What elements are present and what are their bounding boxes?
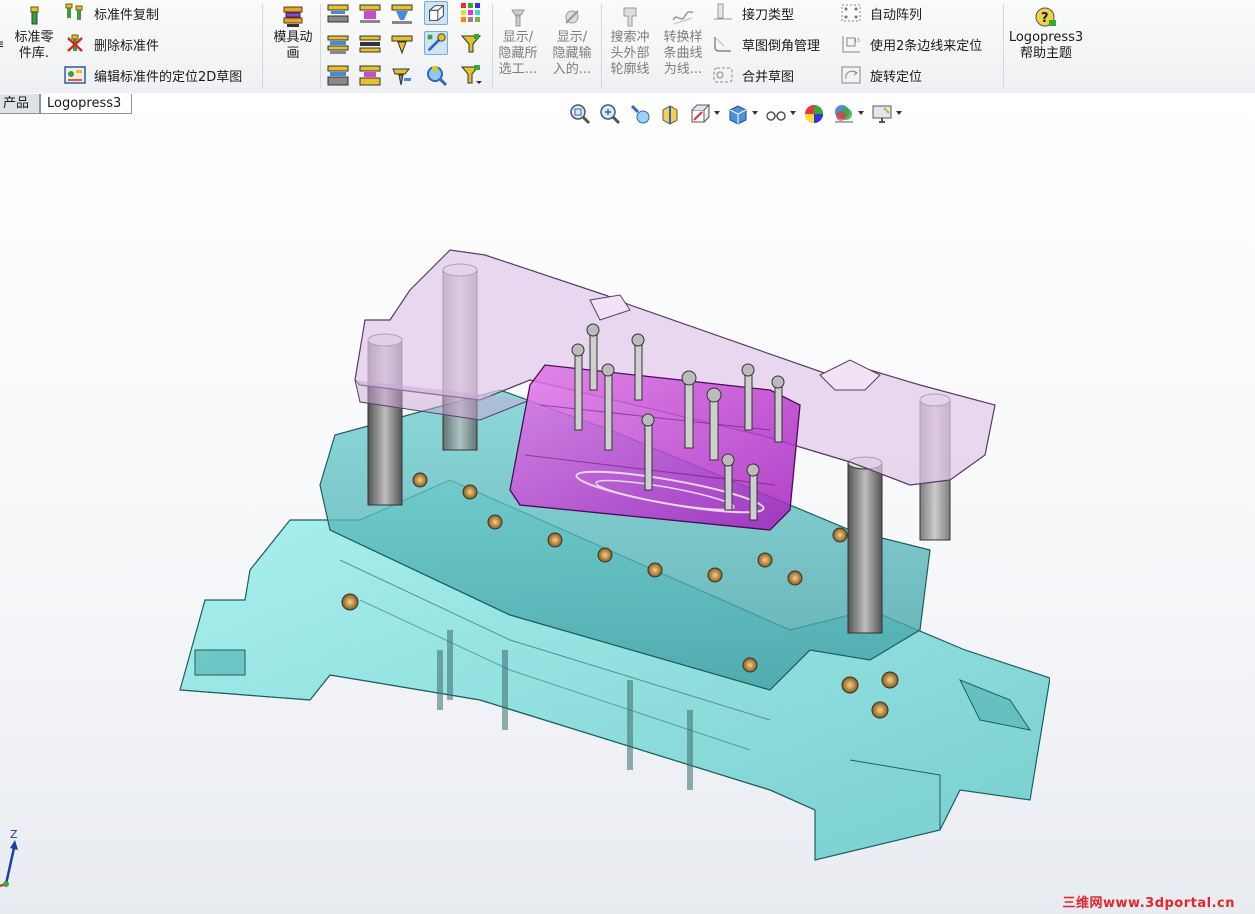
tab-product[interactable]: 产品	[0, 94, 40, 114]
convert-spline-button[interactable]: 转换样 条曲线 为线...	[658, 6, 708, 78]
auto-array-button[interactable]: 自动阵列	[840, 2, 922, 24]
section-view-icon[interactable]	[658, 102, 682, 126]
view-orientation-icon	[691, 104, 711, 123]
show-hide-selected-button[interactable]: 显示/ 隐藏所 选工...	[494, 6, 542, 78]
lower-plate-icon[interactable]	[326, 64, 350, 88]
logopress-help-label: Logopress3 帮助主题	[1008, 30, 1084, 61]
die-animation-label: 模具动 画	[273, 30, 313, 61]
copy-standard-part-label: 标准件复制	[94, 7, 160, 23]
view-settings-icon	[872, 105, 892, 123]
ribbon-cutoff-fragment: ≡	[0, 36, 4, 52]
z-axis-label: Z	[10, 828, 18, 841]
ribbon-separator	[601, 4, 602, 88]
hide-show-items-icon	[766, 111, 786, 121]
knife-type-label: 接刀类型	[742, 7, 795, 23]
filter-funnel-icon[interactable]	[459, 32, 483, 56]
rotate-position-button[interactable]: 旋转定位	[840, 64, 922, 86]
measure-tool-icon[interactable]	[424, 31, 448, 55]
spline-curve-icon	[672, 10, 694, 25]
ribbon-separator	[320, 4, 321, 88]
standard-library-button[interactable]: 标准零 件库.	[10, 6, 58, 62]
edit-position-sketch-button[interactable]: 编辑标准件的定位2D草图	[64, 64, 242, 86]
command-ribbon: ≡ 标准零 件库. 标准件复制 删除标准件 编辑	[0, 0, 1255, 94]
auto-array-icon	[841, 4, 861, 22]
merge-sketch-button[interactable]: 合并草图	[712, 64, 794, 86]
delete-part-icon	[67, 34, 83, 52]
view-orientation-dropdown[interactable]	[688, 102, 720, 126]
knife-type-icon	[714, 3, 732, 20]
hide-show-items-dropdown[interactable]	[764, 102, 796, 126]
heads-up-view-toolbar	[568, 101, 902, 127]
two-edge-position-icon: 15	[842, 36, 860, 53]
watermark-text: 三维网www.3dportal.cn	[1062, 896, 1235, 911]
stripper-plate-icon[interactable]	[390, 2, 414, 26]
axis-triad: Z	[0, 828, 18, 888]
copy-standard-part-button[interactable]: 标准件复制	[64, 2, 159, 24]
die-plate-icon[interactable]	[358, 33, 382, 57]
show-hide-selected-label: 显示/ 隐藏所 选工...	[498, 30, 538, 77]
upper-plate-icon[interactable]	[326, 2, 350, 26]
sketch-fillet-manage-label: 草图倒角管理	[742, 38, 821, 54]
search-punch-outline-button[interactable]: 搜索冲 头外部 轮廓线	[605, 6, 655, 78]
search-punch-outline-label: 搜索冲 头外部 轮廓线	[610, 30, 650, 77]
color-palette-icon[interactable]	[459, 1, 483, 25]
rotate-position-label: 旋转定位	[870, 69, 923, 85]
lower-die-icon[interactable]	[358, 64, 382, 88]
show-hide-input-label: 显示/ 隐藏输 入的...	[552, 30, 592, 77]
zoom-to-fit-icon[interactable]	[568, 102, 592, 126]
two-edge-position-label: 使用2条边线来定位	[870, 38, 983, 54]
edit-appearance-icon[interactable]	[802, 102, 826, 126]
svg-text:15: 15	[854, 38, 860, 44]
display-style-icon	[729, 105, 747, 125]
delete-standard-part-label: 删除标准件	[94, 38, 160, 54]
delete-standard-part-button[interactable]: 删除标准件	[64, 33, 159, 55]
ribbon-separator	[262, 4, 263, 88]
merge-sketch-label: 合并草图	[742, 69, 795, 85]
punch-tool-icon[interactable]	[390, 64, 414, 88]
standard-part-icon	[30, 6, 39, 25]
die-animation-icon	[283, 6, 303, 27]
tab-logopress3-label: Logopress3	[47, 96, 122, 111]
die-set-icon[interactable]	[326, 33, 350, 57]
help-question-icon: ?	[1035, 7, 1056, 27]
copy-part-icon	[65, 3, 83, 20]
sketch-fillet-icon	[714, 37, 731, 52]
view-settings-dropdown[interactable]	[870, 102, 902, 126]
previous-view-icon[interactable]	[628, 102, 652, 126]
show-hide-input-button[interactable]: 显示/ 隐藏输 入的...	[548, 6, 596, 78]
die-assembly-model[interactable]	[150, 230, 1050, 870]
convert-spline-label: 转换样 条曲线 为线...	[663, 30, 703, 77]
apply-scene-icon	[835, 105, 853, 123]
two-edge-position-button[interactable]: 15 使用2条边线来定位	[840, 33, 982, 55]
svg-text:?: ?	[1041, 11, 1049, 26]
tab-logopress3[interactable]: Logopress3	[40, 94, 132, 114]
punch-holder-icon[interactable]	[358, 2, 382, 26]
filter-dropdown-icon[interactable]	[459, 63, 483, 87]
edit-sketch-icon	[64, 66, 86, 84]
standard-library-label: 标准零 件库.	[14, 30, 54, 61]
show-hide-tool-icon	[511, 9, 525, 27]
tab-product-label: 产品	[3, 96, 30, 111]
knife-type-button[interactable]: 接刀类型	[712, 2, 794, 24]
box-view-icon[interactable]	[424, 1, 448, 25]
punch-outline-icon	[623, 7, 637, 27]
sketch-fillet-manage-button[interactable]: 草图倒角管理	[712, 33, 820, 55]
apply-scene-dropdown[interactable]	[832, 102, 864, 126]
auto-array-label: 自动阵列	[870, 7, 923, 23]
logopress-help-button[interactable]: ? Logopress3 帮助主题	[1008, 6, 1084, 62]
rotate-position-icon	[841, 66, 861, 84]
ribbon-separator	[1003, 4, 1004, 88]
ribbon-separator	[492, 4, 493, 88]
edit-position-sketch-label: 编辑标准件的定位2D草图	[94, 69, 243, 85]
show-hide-input-icon	[565, 10, 579, 24]
merge-sketch-icon	[713, 67, 733, 83]
zoom-part-icon[interactable]	[424, 63, 448, 87]
die-animation-button[interactable]: 模具动 画	[268, 6, 318, 62]
guide-post-icon[interactable]	[390, 33, 414, 57]
zoom-area-icon[interactable]	[598, 102, 622, 126]
display-style-dropdown[interactable]	[726, 102, 758, 126]
